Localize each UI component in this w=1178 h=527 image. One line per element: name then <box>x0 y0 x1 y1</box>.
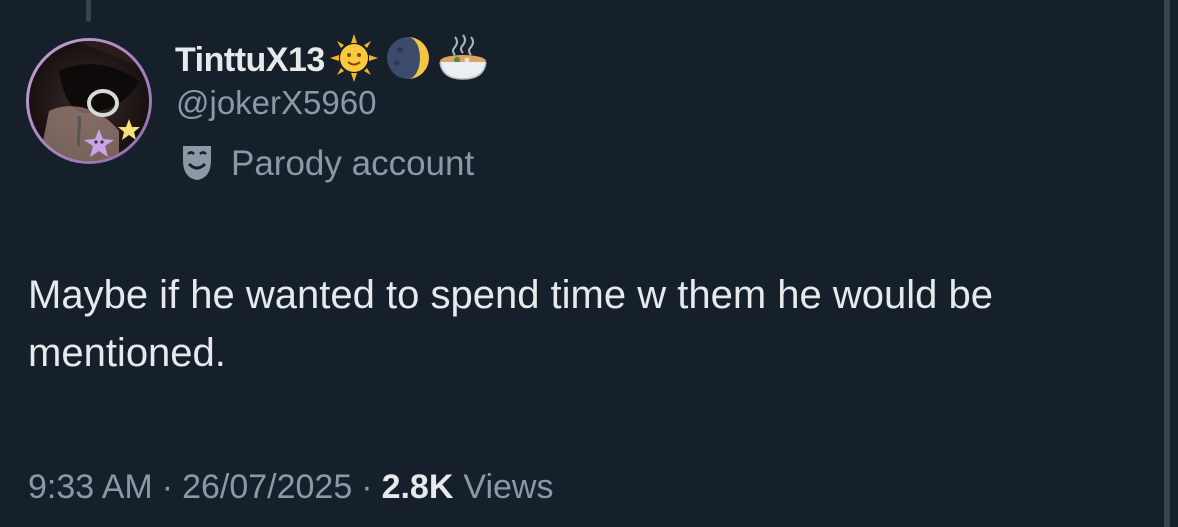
theater-mask-icon <box>177 142 217 187</box>
meta-separator: · <box>161 468 174 506</box>
views-count[interactable]: 2.8K <box>382 468 454 507</box>
tweet-metadata: 9:33 AM · 26/07/2025 · 2.8K Views <box>28 468 554 507</box>
parody-account-label: Parody account <box>177 140 474 188</box>
author-name-row[interactable]: TinttuX13 <box>175 33 489 84</box>
author-display-name[interactable]: TinttuX13 <box>175 41 325 80</box>
thread-connector-line <box>86 0 91 22</box>
parody-account-text: Parody account <box>231 144 475 183</box>
tweet-time[interactable]: 9:33 AM <box>28 468 153 507</box>
author-handle[interactable]: @jokerX5960 <box>176 84 376 122</box>
sun-with-face-icon <box>329 33 379 88</box>
tweet-date[interactable]: 26/07/2025 <box>182 468 352 507</box>
views-label[interactable]: Views <box>463 468 553 507</box>
moon-icon <box>383 33 433 88</box>
meta-separator: · <box>361 468 373 506</box>
avatar[interactable] <box>26 38 152 164</box>
steaming-bowl-icon <box>437 33 489 88</box>
timeline-border <box>1164 0 1170 527</box>
tweet-text: Maybe if he wanted to spend time w them … <box>28 273 993 375</box>
avatar-image <box>29 41 149 161</box>
